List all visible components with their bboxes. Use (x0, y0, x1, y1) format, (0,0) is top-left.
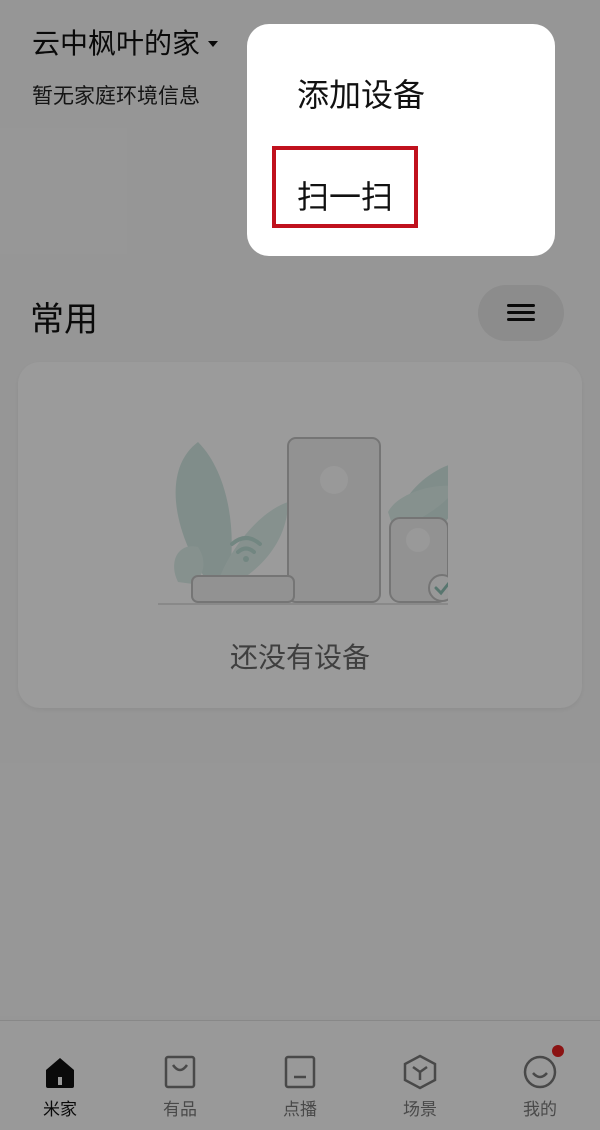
mihome-page: 云中枫叶的家 暂无家庭环境信息 常用 还没有设备 米家 有品 点播 场景 我的 … (0, 0, 600, 1130)
highlight-box (272, 146, 418, 228)
menu-item-add-device[interactable]: 添加设备 (297, 70, 425, 116)
